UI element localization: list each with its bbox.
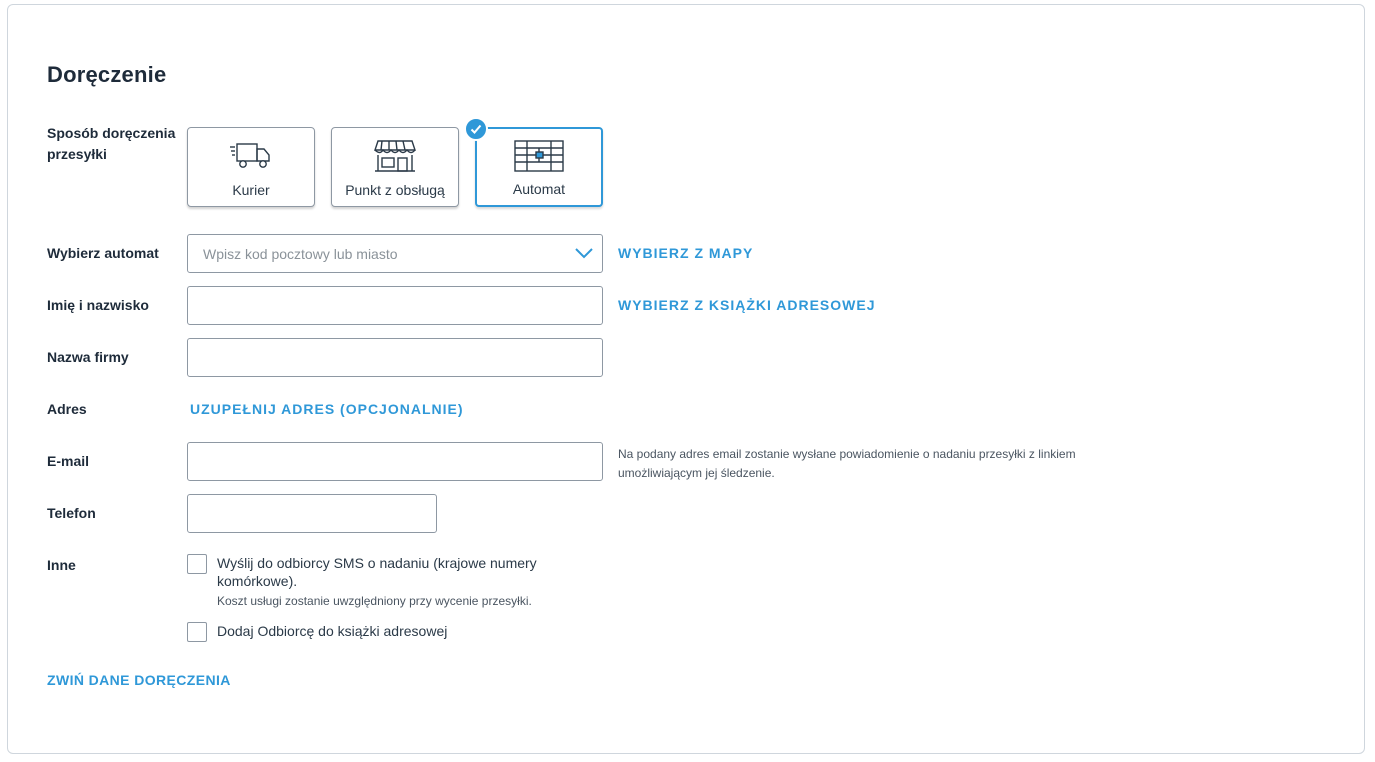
truck-icon <box>229 138 273 177</box>
fill-address-link[interactable]: UZUPEŁNIJ ADRES (OPCJONALNIE) <box>190 399 464 420</box>
parcel-locker-icon <box>513 139 565 178</box>
sms-checkbox-label: Wyślij do odbiorcy SMS o nadaniu (krajow… <box>217 555 537 589</box>
delivery-method-label: Sposób doręczenia przesyłki <box>47 125 176 162</box>
locker-search-input[interactable] <box>187 234 603 273</box>
delivery-option-label: Punkt z obsługą <box>345 182 445 198</box>
sms-checkbox[interactable] <box>187 554 207 574</box>
address-book-link[interactable]: WYBIERZ Z KSIĄŻKI ADRESOWEJ <box>618 295 876 316</box>
delivery-option-label: Automat <box>512 181 566 197</box>
email-hint: Na podany adres email zostanie wysłane p… <box>618 447 1076 480</box>
sms-cost-note: Koszt usługi zostanie uwzględniony przy … <box>217 594 532 608</box>
shop-icon <box>373 138 417 179</box>
phone-input[interactable] <box>187 494 437 533</box>
delivery-option-locker[interactable]: Automat <box>475 127 603 207</box>
address-label: Adres <box>47 401 87 417</box>
section-title: Doręczenie <box>47 62 167 87</box>
name-input[interactable] <box>187 286 603 325</box>
delivery-option-label: Kurier <box>232 182 270 198</box>
locker-label: Wybierz automat <box>47 245 159 261</box>
add-to-address-book-label: Dodaj Odbiorcę do książki adresowej <box>217 623 448 639</box>
name-label: Imię i nazwisko <box>47 297 149 313</box>
company-label: Nazwa firmy <box>47 349 129 365</box>
phone-label: Telefon <box>47 505 96 521</box>
collapse-delivery-link[interactable]: ZWIŃ DANE DORĘCZENIA <box>47 670 231 691</box>
delivery-card <box>7 4 1365 754</box>
email-input[interactable] <box>187 442 603 481</box>
delivery-option-courier[interactable]: Kurier <box>187 127 315 207</box>
company-input[interactable] <box>187 338 603 377</box>
other-label: Inne <box>47 557 76 573</box>
add-to-address-book-checkbox[interactable] <box>187 622 207 642</box>
selected-check-icon <box>464 117 488 141</box>
email-label: E-mail <box>47 453 90 469</box>
choose-from-map-link[interactable]: WYBIERZ Z MAPY <box>618 243 753 264</box>
delivery-option-service-point[interactable]: Punkt z obsługą <box>331 127 459 207</box>
